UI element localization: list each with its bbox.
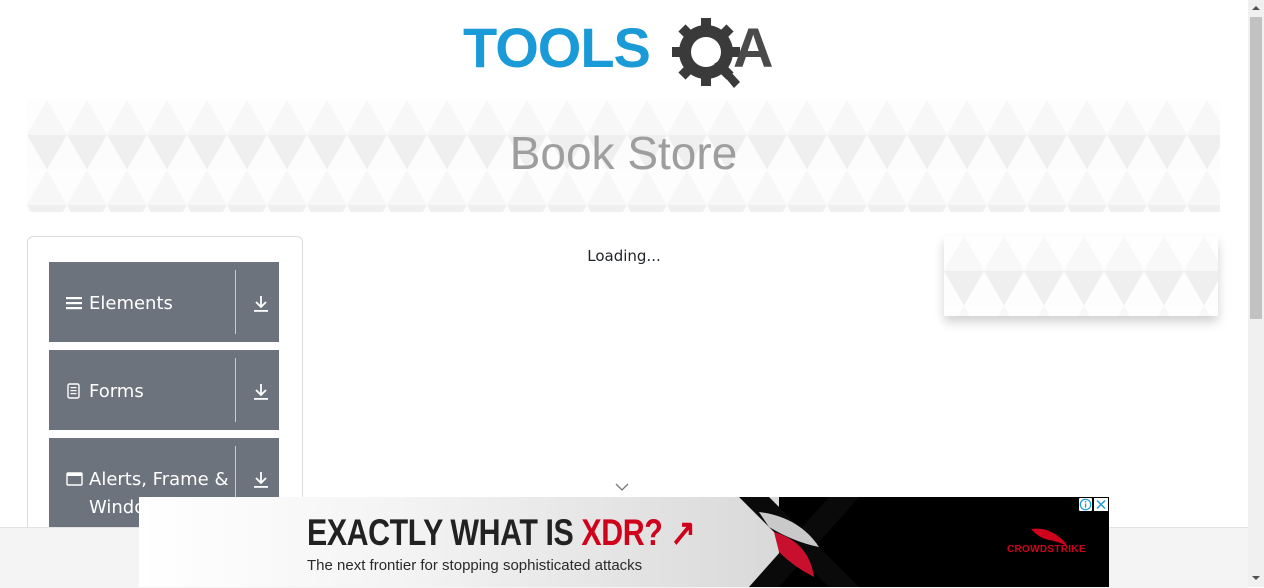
vertical-scrollbar[interactable] xyxy=(1248,0,1264,587)
ad-info-icon[interactable] xyxy=(1079,498,1092,511)
sidebar-group-label: Elements xyxy=(89,293,173,314)
download-icon[interactable] xyxy=(252,470,270,490)
divider xyxy=(235,358,236,422)
sidebar-group-elements[interactable]: Elements xyxy=(49,262,279,342)
divider xyxy=(235,270,236,334)
download-icon[interactable] xyxy=(252,294,270,314)
ad-close-icon[interactable] xyxy=(1094,498,1108,511)
sidebar-group-label: Forms xyxy=(89,381,144,402)
ad-subtext: The next frontier for stopping sophistic… xyxy=(307,557,643,574)
page-banner: Book Store xyxy=(27,100,1220,212)
sidebar-accordion: Elements Forms Alerts, Frame & Windows xyxy=(27,236,303,538)
scrollbar-thumb[interactable] xyxy=(1250,17,1262,319)
window-icon xyxy=(66,472,83,486)
logo-text-a: A xyxy=(733,16,774,79)
page-title: Book Store xyxy=(509,127,738,179)
ad-headline-highlight: XDR? xyxy=(581,512,663,553)
hamburger-icon xyxy=(66,297,82,310)
scroll-down-arrow-icon[interactable] xyxy=(1248,570,1264,586)
chevron-down-icon[interactable] xyxy=(614,482,630,492)
ad-headline-prefix: EXACTLY WHAT IS xyxy=(307,512,582,553)
logo-text-tools: TOOLS xyxy=(463,16,651,79)
ad-brand: CROWDSTRIKE xyxy=(1007,544,1086,555)
sidebar-group-forms[interactable]: Forms xyxy=(49,350,279,430)
banner-ad[interactable]: EXACTLY WHAT IS XDR? ↗ The next frontier… xyxy=(139,497,1109,587)
ad-headline: EXACTLY WHAT IS XDR? ↗ xyxy=(307,511,696,554)
scroll-up-arrow-icon[interactable] xyxy=(1248,0,1264,16)
ad-x-graphic xyxy=(739,497,859,587)
document-icon xyxy=(67,383,80,399)
download-icon[interactable] xyxy=(252,382,270,402)
toolsqa-logo[interactable]: TOOLS A xyxy=(463,14,793,92)
ad-arrow-icon: ↗ xyxy=(670,512,696,553)
side-ad-placeholder xyxy=(944,236,1218,316)
